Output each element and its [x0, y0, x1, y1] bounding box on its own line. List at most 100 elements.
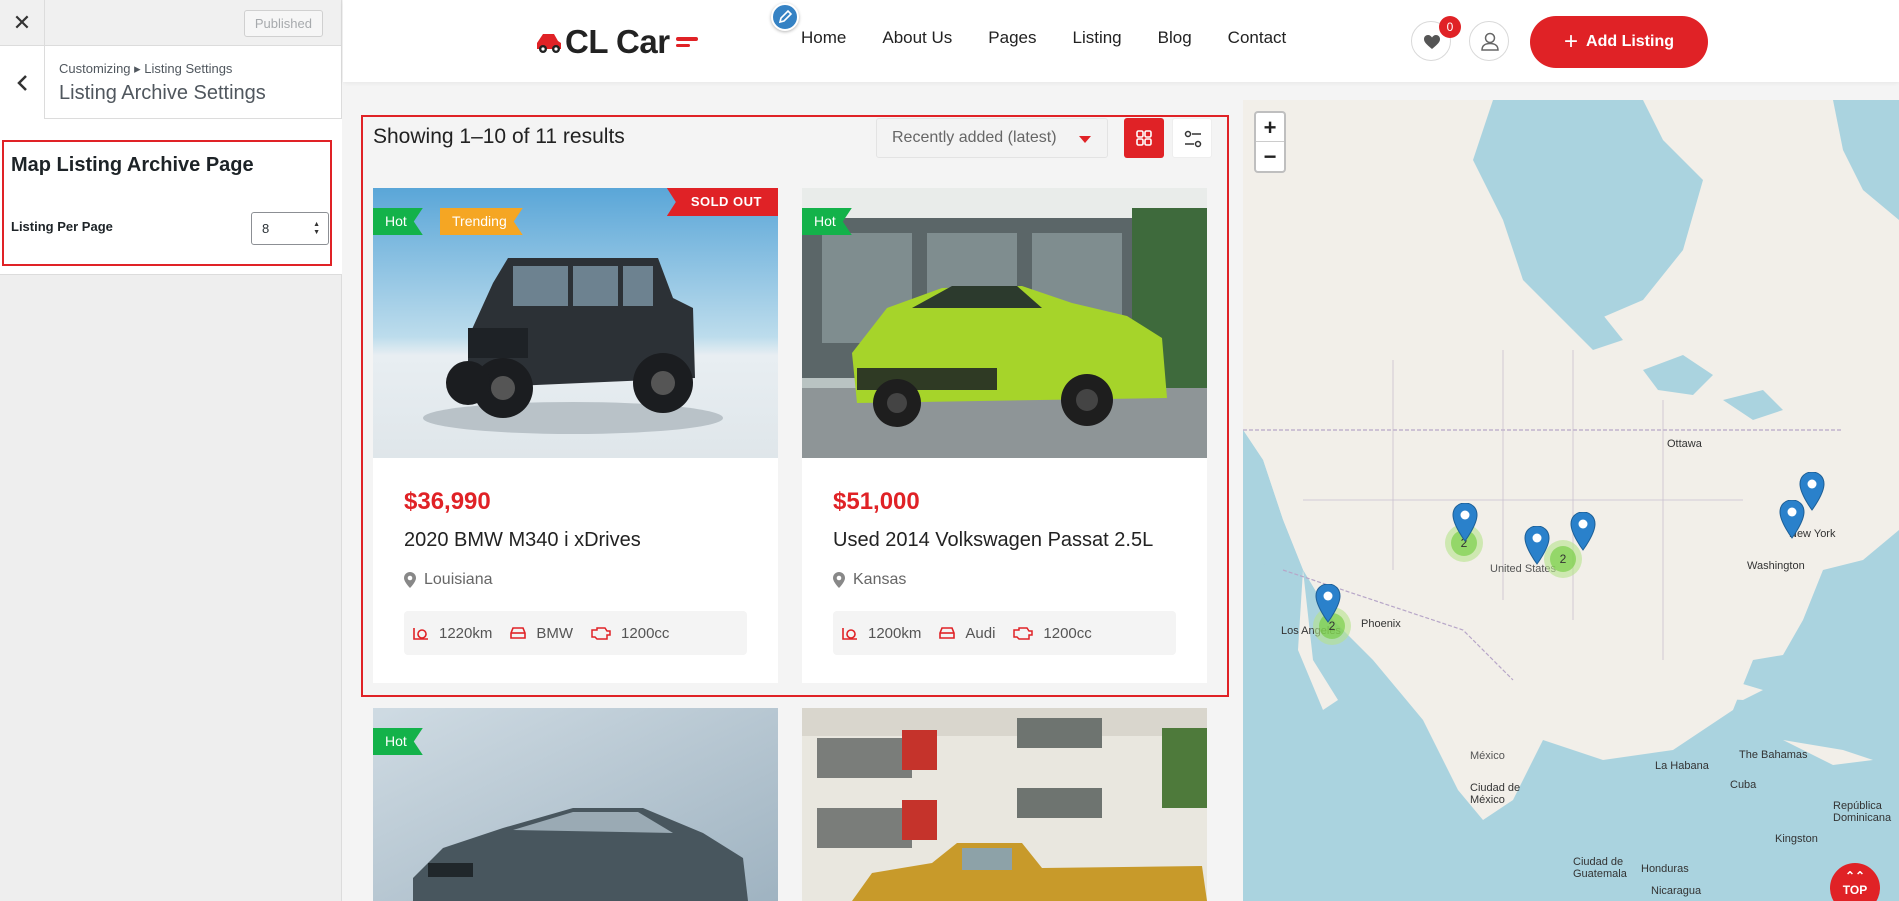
map-pin-icon[interactable]: [1779, 500, 1805, 540]
grid-view-button[interactable]: [1124, 118, 1164, 158]
map-label-phoenix: Phoenix: [1361, 618, 1401, 630]
listing-image[interactable]: [373, 708, 778, 901]
plus-icon: +: [1564, 28, 1579, 55]
customizer-topbar: ✕ Published: [0, 0, 341, 46]
customizer-sidebar: ✕ Published Customizing ▸ Listing Settin…: [0, 0, 342, 901]
car-icon: [939, 627, 956, 639]
chevron-left-icon[interactable]: [0, 46, 45, 119]
map-pin-icon[interactable]: [1524, 526, 1550, 566]
map-label-mexico: México: [1470, 750, 1505, 762]
spec-make: BMW: [508, 624, 573, 642]
nav-listing[interactable]: Listing: [1073, 28, 1122, 48]
favorites-count-badge: 0: [1439, 16, 1461, 38]
listing-card[interactable]: Hot: [373, 708, 778, 901]
listing-per-page-label: Listing Per Page: [11, 219, 113, 234]
filter-sliders-icon: [1184, 130, 1202, 148]
map-label-ciudad-de-mexico: Ciudad de México: [1470, 782, 1521, 806]
spec-mileage-value: 1200km: [868, 624, 922, 642]
map-label-ottawa: Ottawa: [1667, 438, 1702, 450]
map-label-honduras: Honduras: [1641, 863, 1689, 875]
customizer-panel-header: Customizing ▸ Listing Settings Listing A…: [0, 46, 341, 119]
map-label-nicaragua: Nicaragua: [1651, 885, 1702, 897]
map-pin-icon[interactable]: [1570, 512, 1596, 552]
nav-blog[interactable]: Blog: [1158, 28, 1192, 48]
listing-price: $51,000: [833, 488, 920, 515]
edit-shortcut-icon[interactable]: [771, 3, 799, 31]
map-pin-icon[interactable]: [1452, 503, 1478, 543]
listing-specs: 1200km Audi 1200cc: [833, 611, 1176, 655]
double-chevron-up-icon: ⌃⌃: [1844, 869, 1866, 883]
map-label-cuba: Cuba: [1730, 779, 1757, 791]
logo-dash-icon: [675, 37, 698, 47]
logo-text: CL Car: [565, 23, 670, 60]
listing-image[interactable]: [802, 188, 1207, 458]
listing-per-page-input[interactable]: 8 ▲ ▼: [251, 212, 329, 245]
main-nav: Home About Us Pages Listing Blog Contact: [801, 28, 1286, 48]
listing-price: $36,990: [404, 488, 491, 515]
spec-mileage: 1200km: [840, 624, 921, 642]
customizer-section-panel: Map Listing Archive Page Listing Per Pag…: [0, 119, 342, 275]
spec-mileage-value: 1220km: [439, 624, 493, 642]
back-to-top-button[interactable]: ⌃⌃ TOP: [1830, 863, 1880, 901]
results-count: Showing 1–10 of 11 results: [373, 125, 625, 148]
nav-about-us[interactable]: About Us: [882, 28, 952, 48]
grid-icon: [1136, 130, 1152, 146]
listing-location-text: Louisiana: [424, 571, 493, 588]
map-label-washington: Washington: [1747, 560, 1805, 572]
caret-down-icon: [1079, 136, 1091, 143]
engine-icon: [1013, 627, 1034, 640]
speedometer-icon: [413, 628, 428, 640]
spec-make: Audi: [937, 624, 995, 642]
spec-engine-value: 1200cc: [621, 624, 670, 642]
listing-title[interactable]: Used 2014 Volkswagen Passat 2.5L: [833, 529, 1153, 552]
listing-per-page-value: 8: [262, 221, 270, 236]
breadcrumb: Customizing ▸ Listing Settings: [59, 61, 233, 76]
user-icon: [1481, 32, 1499, 51]
published-button[interactable]: Published: [243, 10, 323, 37]
section-highlight: Map Listing Archive Page Listing Per Pag…: [2, 140, 332, 266]
spec-mileage: 1220km: [411, 624, 492, 642]
listing-location: Kansas: [833, 571, 906, 589]
zoom-in-button[interactable]: +: [1256, 113, 1284, 142]
listing-title[interactable]: 2020 BMW M340 i xDrives: [404, 529, 641, 552]
speedometer-icon: [842, 628, 857, 640]
listing-card[interactable]: [802, 708, 1207, 901]
nav-home[interactable]: Home: [801, 28, 846, 48]
add-listing-label: Add Listing: [1586, 33, 1674, 50]
spec-make-value: Audi: [965, 624, 996, 642]
listing-location: Louisiana: [404, 571, 493, 589]
filter-button[interactable]: [1172, 118, 1212, 158]
panel-title: Listing Archive Settings: [59, 82, 266, 104]
site-logo[interactable]: CL Car: [533, 22, 700, 62]
map-marker-icon: [833, 572, 845, 588]
badge-trending: Trending: [440, 208, 523, 235]
nav-pages[interactable]: Pages: [988, 28, 1036, 48]
spec-engine: 1200cc: [589, 624, 669, 642]
nav-contact[interactable]: Contact: [1228, 28, 1287, 48]
back-to-top-label: TOP: [1842, 883, 1868, 897]
spec-engine: 1200cc: [1011, 624, 1092, 642]
listing-image[interactable]: [802, 708, 1207, 901]
map-pin-icon[interactable]: [1315, 584, 1341, 624]
map-label-kingston: Kingston: [1775, 833, 1818, 845]
sort-select[interactable]: Recently added (latest): [876, 118, 1108, 158]
map-marker-icon: [404, 572, 416, 588]
listings-map[interactable]: Ottawa New York Washington United States…: [1243, 100, 1899, 901]
add-listing-button[interactable]: + Add Listing: [1530, 16, 1708, 68]
listing-location-text: Kansas: [853, 571, 907, 588]
car-logo-icon: [537, 34, 561, 53]
listing-specs: 1220km BMW 1200cc: [404, 611, 747, 655]
listing-card[interactable]: Hot $51,000 Used 2014 Volkswagen Passat …: [802, 188, 1207, 683]
listing-card[interactable]: Hot Trending SOLD OUT $36,990 2020 BMW M…: [373, 188, 778, 683]
map-label-the-bahamas: The Bahamas: [1739, 749, 1808, 761]
map-zoom-control: + −: [1254, 111, 1286, 173]
user-account-button[interactable]: [1469, 21, 1509, 61]
listing-image[interactable]: [373, 188, 778, 458]
spec-make-value: BMW: [536, 624, 574, 642]
sort-selected-value: Recently added (latest): [892, 129, 1057, 146]
engine-icon: [591, 627, 611, 640]
zoom-out-button[interactable]: −: [1256, 142, 1284, 171]
site-header: CL Car Home About Us Pages Listing Blog …: [343, 0, 1899, 82]
spinner-arrows-icon[interactable]: ▲ ▼: [313, 221, 320, 237]
close-icon[interactable]: ✕: [0, 0, 45, 46]
